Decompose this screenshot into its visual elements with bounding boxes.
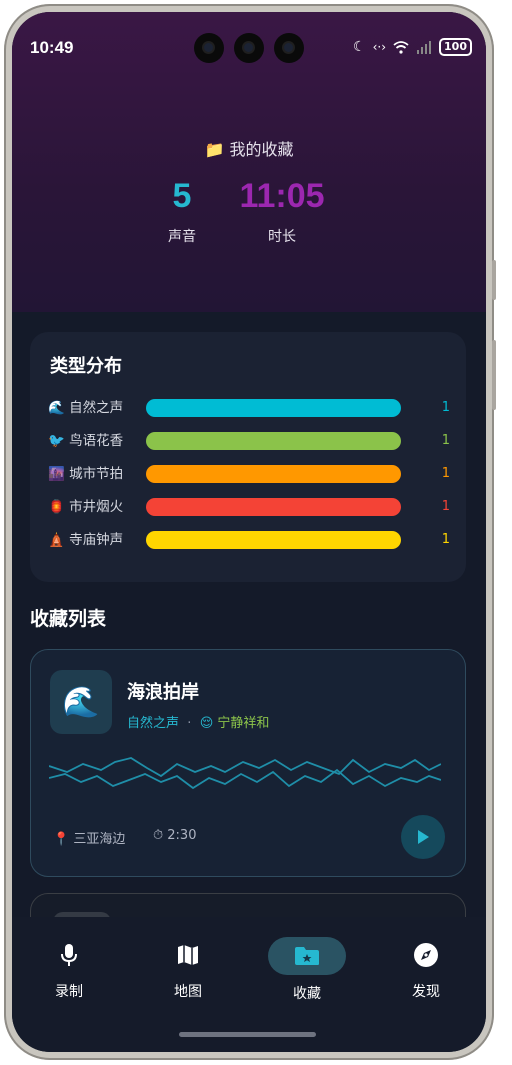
distribution-count: 1 bbox=[441, 433, 450, 448]
data-transfer-icon: ‹·› bbox=[372, 40, 387, 54]
distribution-row: 🐦 鸟语花香 1 bbox=[48, 431, 450, 451]
screen: 10:49 ☾ ‹·› 100 📁 我的收藏 5 声音 11:05 时长 类型分… bbox=[12, 12, 486, 1052]
type-distribution-card: 类型分布 🌊 自然之声 1 🐦 鸟语花香 1 🌆 城市节拍 1 🏮 市井烟火 1… bbox=[30, 332, 466, 582]
section-title: 收藏列表 bbox=[30, 608, 107, 630]
mic-icon bbox=[61, 944, 77, 966]
hero-header: 10:49 ☾ ‹·› 100 📁 我的收藏 5 声音 11:05 时长 bbox=[12, 12, 486, 312]
camera-lens bbox=[274, 33, 304, 63]
meta-separator: · bbox=[187, 716, 192, 731]
status-time: 10:49 bbox=[30, 38, 74, 57]
play-button[interactable] bbox=[401, 815, 445, 859]
folder-icon: 📁 bbox=[204, 140, 225, 159]
map-icon bbox=[178, 945, 198, 965]
stat-label: 时长 bbox=[268, 229, 296, 245]
battery-indicator: 100 bbox=[439, 38, 472, 56]
tab-favorites[interactable]: 收藏 bbox=[262, 937, 352, 1003]
distribution-row: 🌆 城市节拍 1 bbox=[48, 464, 450, 484]
mood-icon: 😌 bbox=[199, 716, 214, 731]
power-button bbox=[492, 340, 496, 410]
camera-lens bbox=[234, 33, 264, 63]
timer-icon: ⏱ bbox=[153, 828, 164, 843]
status-bar: 10:49 ☾ ‹·› 100 bbox=[12, 12, 486, 82]
distribution-bar bbox=[146, 399, 401, 417]
tab-label: 收藏 bbox=[293, 986, 321, 1002]
distribution-bar bbox=[146, 498, 401, 516]
distribution-count: 1 bbox=[441, 466, 450, 481]
stat-value: 11:05 bbox=[239, 177, 325, 215]
play-icon bbox=[418, 830, 429, 844]
wave-icon: 🌊 bbox=[48, 400, 65, 416]
volume-button bbox=[492, 260, 496, 300]
distribution-label: 🌆 城市节拍 bbox=[48, 466, 124, 482]
sound-meta: 自然之声 · 😌 宁静祥和 bbox=[127, 712, 269, 731]
distribution-count: 1 bbox=[441, 499, 450, 514]
distribution-label: 🌊 自然之声 bbox=[48, 400, 124, 416]
distribution-row: 🛕 寺庙钟声 1 bbox=[48, 530, 450, 550]
bird-icon: 🐦 bbox=[48, 433, 65, 449]
distribution-count: 1 bbox=[441, 532, 450, 547]
waveform[interactable] bbox=[49, 752, 441, 802]
compass-icon bbox=[414, 943, 438, 967]
tab-record[interactable]: 录制 bbox=[24, 937, 114, 1001]
temple-icon: 🛕 bbox=[48, 532, 65, 548]
tab-label: 发现 bbox=[412, 984, 440, 1000]
stat-duration: 11:05 时长 bbox=[222, 176, 342, 246]
favorite-item[interactable]: 🌊 海浪拍岸 自然之声 · 😌 宁静祥和 📍 三亚海边 ⏱ 2:30 bbox=[30, 649, 466, 877]
moon-icon: ☾ bbox=[353, 39, 366, 55]
distribution-label: 🐦 鸟语花香 bbox=[48, 433, 124, 449]
tab-map[interactable]: 地图 bbox=[143, 937, 233, 1001]
folder-star-icon bbox=[295, 947, 319, 965]
card-title: 类型分布 bbox=[50, 356, 122, 377]
sound-duration: ⏱ 2:30 bbox=[153, 828, 197, 843]
market-icon: 🏮 bbox=[48, 499, 65, 515]
sound-name: 海浪拍岸 bbox=[127, 682, 199, 703]
wifi-icon bbox=[393, 40, 409, 54]
camera-lens bbox=[194, 33, 224, 63]
camera-cutout bbox=[194, 33, 304, 63]
wave-thumbnail-icon: 🌊 bbox=[50, 670, 112, 734]
distribution-count: 1 bbox=[441, 400, 450, 415]
distribution-row: 🌊 自然之声 1 bbox=[48, 398, 450, 418]
sound-category: 自然之声 bbox=[127, 716, 180, 731]
page-title-text: 我的收藏 bbox=[229, 140, 294, 159]
status-icons: ☾ ‹·› 100 bbox=[353, 38, 472, 56]
distribution-bar bbox=[146, 465, 401, 483]
signal-icon bbox=[417, 40, 432, 54]
distribution-label: 🏮 市井烟火 bbox=[48, 499, 124, 515]
active-tab-indicator bbox=[268, 937, 346, 975]
distribution-label: 🛕 寺庙钟声 bbox=[48, 532, 124, 548]
location-pin-icon: 📍 bbox=[53, 832, 70, 847]
sound-mood: 宁静祥和 bbox=[217, 716, 270, 731]
stat-label: 声音 bbox=[168, 229, 196, 245]
page-title: 📁 我的收藏 bbox=[12, 136, 486, 160]
tab-label: 地图 bbox=[174, 984, 202, 1000]
home-indicator[interactable] bbox=[179, 1032, 316, 1037]
tab-label: 录制 bbox=[55, 984, 83, 1000]
distribution-row: 🏮 市井烟火 1 bbox=[48, 497, 450, 517]
stat-value: 5 bbox=[172, 177, 192, 215]
sound-location: 📍 三亚海边 bbox=[53, 832, 126, 847]
distribution-bar bbox=[146, 432, 401, 450]
stat-sound-count: 5 声音 bbox=[142, 176, 222, 246]
city-icon: 🌆 bbox=[48, 466, 65, 482]
distribution-bar bbox=[146, 531, 401, 549]
tab-discover[interactable]: 发现 bbox=[381, 937, 471, 1001]
